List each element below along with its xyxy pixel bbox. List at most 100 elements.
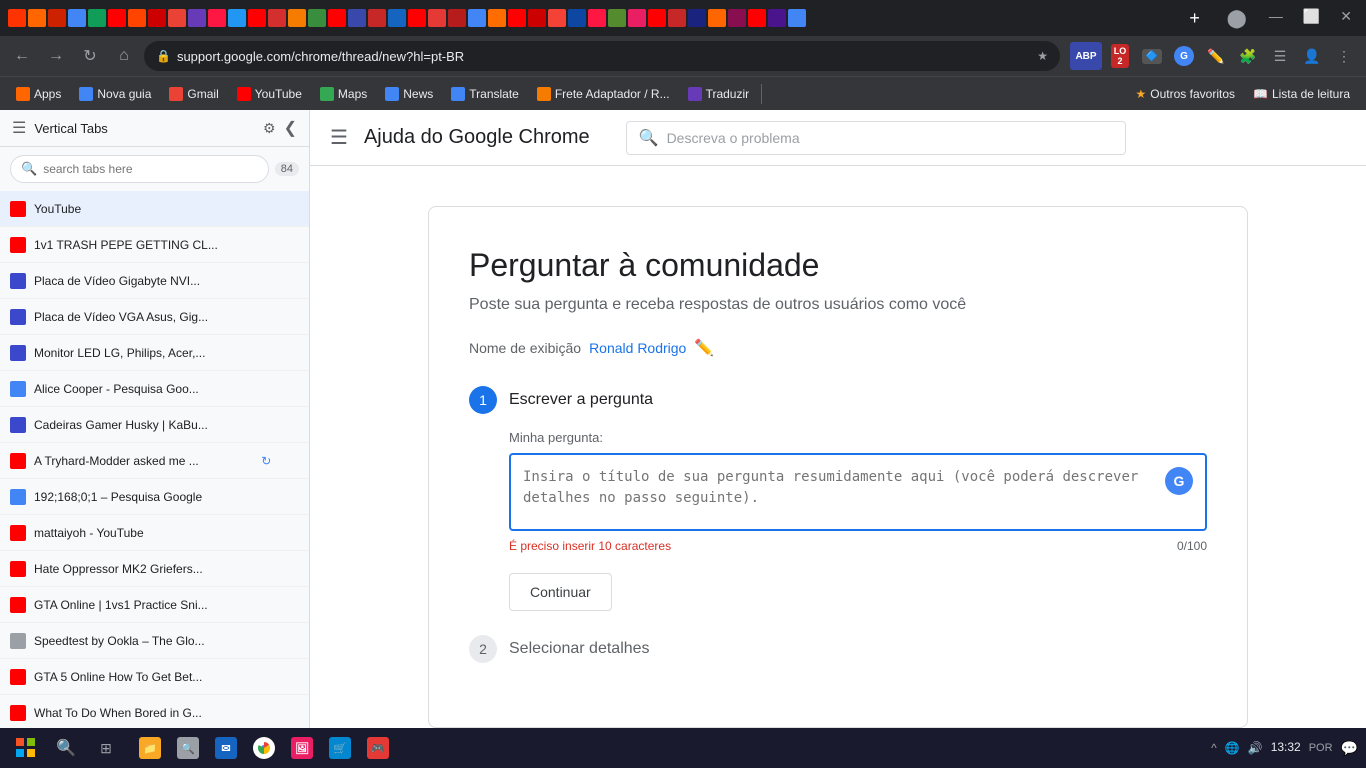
question-textarea[interactable] (523, 467, 1157, 517)
start-button[interactable] (8, 730, 44, 766)
tab-favicon[interactable] (688, 9, 706, 27)
extensions-button[interactable]: ABP (1070, 42, 1102, 70)
close-button[interactable]: ✕ (1334, 8, 1358, 29)
tab-favicon[interactable] (568, 9, 586, 27)
star-icon[interactable]: ★ (1037, 49, 1048, 63)
tab-favicon[interactable] (308, 9, 326, 27)
bookmark-news[interactable]: News (377, 83, 441, 105)
taskbar-search-app[interactable]: 🔍 (170, 730, 206, 766)
tab-favicon[interactable] (628, 9, 646, 27)
tab-favicon[interactable] (608, 9, 626, 27)
profile-button[interactable]: 👤 (1298, 42, 1326, 70)
bookmark-youtube[interactable]: YouTube (229, 83, 310, 105)
vtab-item[interactable]: mattaiyoh - YouTube ✕ (0, 515, 309, 551)
bookmark-nova-guia[interactable]: Nova guia (71, 83, 159, 105)
taskbar-photos[interactable]: 🖼 (284, 730, 320, 766)
tab-favicon[interactable] (228, 9, 246, 27)
vtab-item[interactable]: GTA Online | 1vs1 Practice Sni... ✕ (0, 587, 309, 623)
vtab-item[interactable]: Hate Oppressor MK2 Griefers... ✕ (0, 551, 309, 587)
taskbar-file-explorer[interactable]: 📁 (132, 730, 168, 766)
bookmark-lista-leitura[interactable]: 📖 Lista de leitura (1245, 83, 1358, 105)
network-icon[interactable]: 🌐 (1225, 741, 1240, 755)
tab-favicon[interactable] (368, 9, 386, 27)
hamburger-menu-icon[interactable]: ☰ (330, 125, 348, 150)
taskbar-red-app[interactable]: 🎮 (360, 730, 396, 766)
settings-icon[interactable]: ⚙ (263, 120, 276, 137)
tab-favicon[interactable] (788, 9, 806, 27)
vtab-item[interactable]: 1v1 TRASH PEPE GETTING CL... ✕ (0, 227, 309, 263)
vtab-item[interactable]: A Tryhard-Modder asked me ... ↻ ✕ (0, 443, 309, 479)
tab-favicon[interactable] (168, 9, 186, 27)
show-hidden-icons[interactable]: ^ (1211, 741, 1217, 755)
bookmark-frete[interactable]: Frete Adaptador / R... (529, 83, 678, 105)
tab-favicon[interactable] (128, 9, 146, 27)
new-tab-button[interactable]: + (1181, 4, 1209, 32)
vtabs-search-box[interactable]: 🔍 (10, 155, 269, 183)
ext2-button[interactable]: LO2 (1106, 42, 1134, 70)
tab-favicon[interactable] (768, 9, 786, 27)
menu-button[interactable]: ⋮ (1330, 42, 1358, 70)
tab-favicon[interactable] (8, 9, 26, 27)
vtab-item[interactable]: Monitor LED LG, Philips, Acer,... ✕ (0, 335, 309, 371)
refresh-button[interactable]: ↻ (76, 42, 104, 70)
tab-favicon[interactable] (348, 9, 366, 27)
tab-favicon[interactable] (488, 9, 506, 27)
tab-favicon[interactable] (668, 9, 686, 27)
vtab-item[interactable]: Cadeiras Gamer Husky | KaBu... ✕ (0, 407, 309, 443)
vtab-item[interactable]: Placa de Vídeo VGA Asus, Gig... ✕ (0, 299, 309, 335)
page-search-box[interactable]: 🔍 Descreva o problema (626, 121, 1126, 155)
tab-favicon[interactable] (188, 9, 206, 27)
bookmark-maps[interactable]: Maps (312, 83, 375, 105)
tab-favicon[interactable] (48, 9, 66, 27)
vtab-item[interactable]: Alice Cooper - Pesquisa Goo... ✕ (0, 371, 309, 407)
tab-favicon[interactable] (408, 9, 426, 27)
taskbar-chrome[interactable] (246, 730, 282, 766)
tab-favicon[interactable] (68, 9, 86, 27)
tab-favicon[interactable] (468, 9, 486, 27)
back-button[interactable]: ← (8, 42, 36, 70)
taskbar-store[interactable]: 🛒 (322, 730, 358, 766)
maximize-button[interactable]: ⬜ (1297, 8, 1326, 29)
vtab-item[interactable]: YouTube ✕ (0, 191, 309, 227)
taskbar-time-display[interactable]: 13:32 (1271, 740, 1301, 756)
tab-favicon[interactable] (108, 9, 126, 27)
bookmark-traduzir[interactable]: Traduzir (680, 83, 758, 105)
notification-icon[interactable]: ⬤ (1219, 8, 1255, 29)
minimize-button[interactable]: — (1263, 8, 1289, 29)
home-button[interactable]: ⌂ (110, 42, 138, 70)
tab-favicon[interactable] (528, 9, 546, 27)
continue-button[interactable]: Continuar (509, 573, 612, 611)
tab-favicon[interactable] (328, 9, 346, 27)
vtab-item[interactable]: What To Do When Bored in G... ✕ (0, 695, 309, 728)
forward-button[interactable]: → (42, 42, 70, 70)
tab-favicon[interactable] (588, 9, 606, 27)
collapse-icon[interactable]: ❮ (284, 118, 297, 138)
search-button[interactable]: 🔍 (48, 730, 84, 766)
tab-favicon[interactable] (88, 9, 106, 27)
vtab-item[interactable]: 192;168;0;1 – Pesquisa Google ✕ (0, 479, 309, 515)
tab-favicon[interactable] (508, 9, 526, 27)
notifications-icon[interactable]: 💬 (1341, 740, 1358, 757)
vtab-item[interactable]: Placa de Vídeo Gigabyte NVI... ✕ (0, 263, 309, 299)
bookmark-translate[interactable]: Translate (443, 83, 527, 105)
search-tabs-input[interactable] (43, 162, 258, 176)
ext4-button[interactable]: G (1170, 42, 1198, 70)
tab-favicon[interactable] (388, 9, 406, 27)
volume-icon[interactable]: 🔊 (1248, 741, 1263, 755)
vtab-item[interactable]: Speedtest by Ookla – The Glo... ✕ (0, 623, 309, 659)
bookmark-apps[interactable]: Apps (8, 83, 69, 105)
task-view-button[interactable]: ⊞ (88, 730, 124, 766)
tab-favicon[interactable] (748, 9, 766, 27)
taskbar-mail[interactable]: ✉ (208, 730, 244, 766)
tab-favicon[interactable] (548, 9, 566, 27)
extensions-mgr-button[interactable]: 🧩 (1234, 42, 1262, 70)
ext5-button[interactable]: ✏️ (1202, 42, 1230, 70)
tab-favicon[interactable] (448, 9, 466, 27)
tab-favicon[interactable] (728, 9, 746, 27)
customize-button[interactable]: ☰ (1266, 42, 1294, 70)
address-box[interactable]: 🔒 support.google.com/chrome/thread/new?h… (144, 41, 1060, 71)
tab-favicon[interactable] (648, 9, 666, 27)
tab-favicon[interactable] (428, 9, 446, 27)
bookmark-gmail[interactable]: Gmail (161, 83, 226, 105)
ext3-button[interactable]: 🔷 (1138, 42, 1166, 70)
